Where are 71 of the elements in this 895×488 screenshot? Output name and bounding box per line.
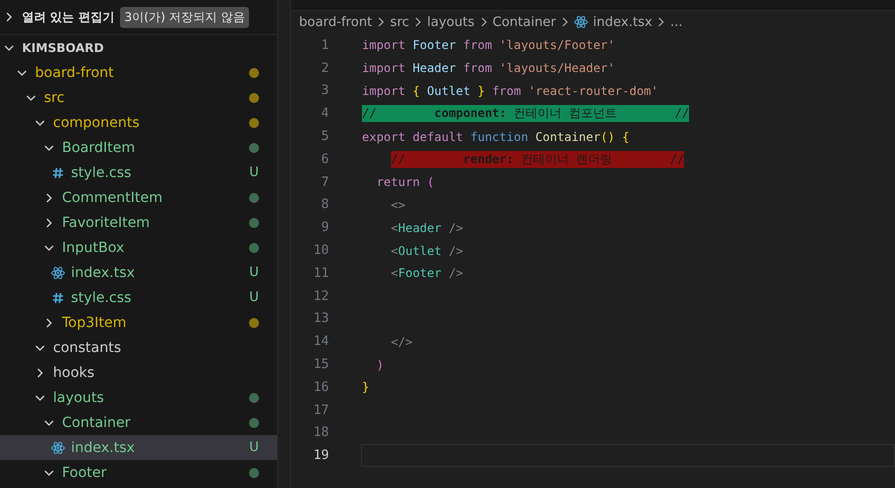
breadcrumb-item[interactable]: layouts <box>427 14 474 30</box>
unsaved-badge: 3이(가) 저장되지 않음 <box>120 6 249 28</box>
tree-item[interactable]: Top3Item <box>0 310 277 335</box>
git-status: U <box>249 165 259 180</box>
tree-item[interactable]: CommentItem <box>0 185 277 210</box>
tree-item[interactable]: src <box>0 85 277 110</box>
code-line: ) <box>375 358 384 372</box>
git-status: U <box>249 265 259 280</box>
line-number: 7 <box>320 174 329 190</box>
atom-icon <box>51 266 65 280</box>
breadcrumb-item[interactable]: index.tsx <box>593 14 652 30</box>
tree-item[interactable]: index.tsx U <box>0 435 277 460</box>
hash-icon <box>51 290 65 304</box>
tree-item[interactable]: hooks <box>0 360 277 385</box>
code-line: } <box>362 380 370 394</box>
breadcrumb-item[interactable]: Container <box>492 14 556 30</box>
code-line: export default function Container() { <box>362 130 630 144</box>
tree-item[interactable]: style.css U <box>0 160 277 185</box>
tree-item[interactable]: Container <box>0 410 277 435</box>
hash-icon <box>51 166 65 180</box>
line-number: 12 <box>312 288 329 304</box>
code-line: <Outlet /> <box>390 244 464 258</box>
code-line: <Header /> <box>390 220 464 235</box>
line-number: 1 <box>320 38 329 53</box>
chevron-right-icon <box>414 17 422 27</box>
code-line: </> <box>390 334 413 349</box>
tree-item[interactable]: components <box>0 110 277 135</box>
line-number: 6 <box>320 152 329 167</box>
breadcrumb-item[interactable]: board-front <box>299 14 372 30</box>
line-number: 13 <box>312 311 329 326</box>
code-line: import Header from 'layouts/Header' <box>362 61 615 76</box>
line-number: 10 <box>312 243 329 258</box>
atom-icon <box>574 15 588 29</box>
chevron-right-icon <box>377 17 386 27</box>
chevron-right-icon <box>657 17 666 27</box>
line-number: 8 <box>320 197 329 212</box>
tree-item[interactable]: BoardItem <box>0 135 277 160</box>
tree-item[interactable]: KIMSBOARD <box>0 35 277 60</box>
tree-item[interactable]: style.css U <box>0 285 277 310</box>
line-number: 4 <box>320 106 329 122</box>
code-line: return ( <box>375 175 434 190</box>
code-line: <> <box>390 198 406 212</box>
line-number: 19 <box>312 448 329 464</box>
git-status: U <box>249 440 259 455</box>
line-number: 3 <box>320 83 329 98</box>
line-number: 16 <box>312 380 329 395</box>
line-number: 2 <box>320 60 329 76</box>
tree-item[interactable]: layouts <box>0 385 277 410</box>
chevron-right-icon <box>561 17 570 27</box>
code-line: import Footer from 'layouts/Footer' <box>362 38 615 52</box>
atom-icon <box>51 440 65 454</box>
chevron-right-icon <box>480 17 488 27</box>
section-title[interactable]: 열려 있는 편집기 <box>22 8 114 26</box>
code-line: <Footer /> <box>390 266 464 280</box>
tree-item[interactable]: Footer <box>0 460 277 485</box>
git-status: U <box>249 290 259 305</box>
code-line: import { Outlet } from 'react-router-dom' <box>362 84 658 98</box>
breadcrumb-item[interactable]: src <box>390 14 410 30</box>
line-number: 18 <box>312 425 329 440</box>
line-number: 14 <box>312 334 329 350</box>
tree-item[interactable]: constants <box>0 335 277 360</box>
tree-item[interactable]: index.tsx U <box>0 260 277 285</box>
line-number: 11 <box>312 266 329 281</box>
tree-item[interactable]: FavoriteItem <box>0 210 277 235</box>
line-number: 9 <box>320 220 329 236</box>
tree-item[interactable]: board-front <box>0 60 277 85</box>
tree-item[interactable]: InputBox <box>0 235 277 260</box>
line-number: 5 <box>320 129 329 144</box>
breadcrumb-item[interactable]: ... <box>670 14 683 30</box>
line-number: 15 <box>312 357 329 372</box>
line-number: 17 <box>312 402 329 418</box>
